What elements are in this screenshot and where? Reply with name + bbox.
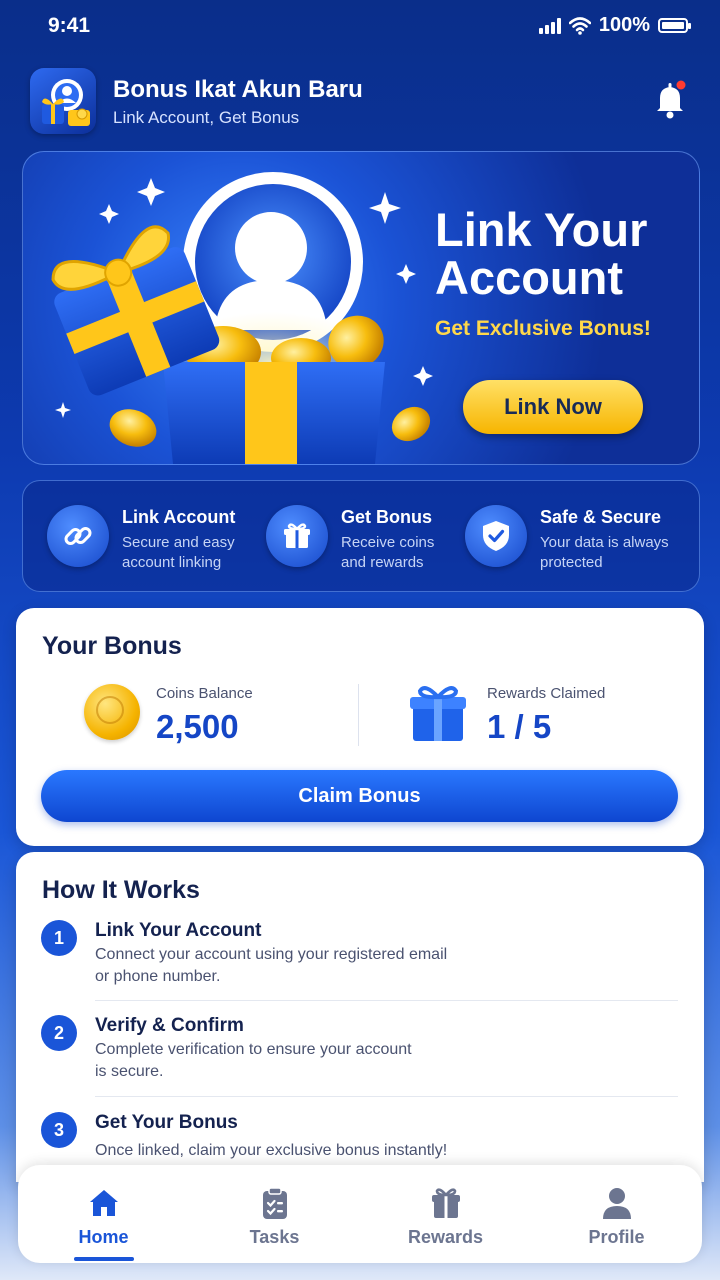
step-number: 2 xyxy=(41,1015,77,1051)
how-it-works-title: How It Works xyxy=(42,876,200,904)
nav-home[interactable]: Home xyxy=(18,1165,189,1263)
step-divider xyxy=(95,1096,678,1097)
step-title: Link Your Account xyxy=(95,920,262,941)
shield-check-icon xyxy=(465,505,527,567)
app-subtitle: Link Account, Get Bonus xyxy=(113,108,300,127)
battery-icon xyxy=(658,18,691,33)
step-desc-line: Once linked, claim your exclusive bonus … xyxy=(95,1142,448,1159)
nav-rewards[interactable]: Rewards xyxy=(360,1165,531,1263)
hero-title: Link Your Account xyxy=(435,203,648,304)
step-desc: Complete verification to ensure your acc… xyxy=(95,1039,495,1083)
features-strip: Link Account Secure and easy account lin… xyxy=(22,480,700,592)
app-logo xyxy=(30,68,96,134)
hero-subtitle: Get Exclusive Bonus! xyxy=(435,317,651,340)
step-desc-line: Complete verification to ensure your acc… xyxy=(95,1041,412,1058)
feature-desc-line: Your data is always xyxy=(540,534,669,551)
nav-label: Home xyxy=(78,1227,129,1247)
how-it-works-card: How It Works 1 Link Your Account Connect… xyxy=(16,852,704,1182)
step-number: 1 xyxy=(41,920,77,956)
clipboard-icon xyxy=(263,1187,287,1219)
gift-icon xyxy=(266,505,328,567)
coins-balance-label: Coins Balance xyxy=(156,685,253,702)
bonus-card-title: Your Bonus xyxy=(42,632,182,660)
feature-desc-line: Secure and easy xyxy=(122,534,235,551)
feature-desc: Receive coins and rewards xyxy=(341,533,434,573)
feature-desc-line: Receive coins xyxy=(341,534,435,551)
app-logo-art xyxy=(42,79,90,126)
status-indicators: 100% xyxy=(538,14,691,37)
step-desc: Connect your account using your register… xyxy=(95,944,495,988)
feature-desc-line: account linking xyxy=(122,554,222,571)
app-header: Bonus Ikat Akun Baru Link Account, Get B… xyxy=(30,68,690,134)
step-number: 3 xyxy=(41,1112,77,1148)
step-desc-line: or phone number. xyxy=(95,968,221,985)
nav-label: Tasks xyxy=(249,1227,300,1247)
step-title: Get Your Bonus xyxy=(95,1112,238,1133)
feature-title: Get Bonus xyxy=(341,507,433,527)
feature-desc-line: and rewards xyxy=(341,554,424,571)
step-title: Verify & Confirm xyxy=(95,1015,244,1036)
status-bar: 9:41 100% xyxy=(0,0,720,52)
feature-desc: Secure and easy account linking xyxy=(122,533,235,573)
claim-bonus-button[interactable]: Claim Bonus xyxy=(41,770,678,822)
step-divider xyxy=(95,1000,678,1001)
wifi-icon xyxy=(568,16,591,35)
hero-banner: Link Your Account Get Exclusive Bonus! L… xyxy=(22,151,700,465)
gift-icon xyxy=(410,686,466,741)
step-desc-line: Connect your account using your register… xyxy=(95,946,448,963)
rewards-claimed-value: 1 / 5 xyxy=(487,708,552,745)
feature-desc: Your data is always protected xyxy=(540,533,669,573)
bell-icon[interactable] xyxy=(650,78,690,122)
feature-title: Safe & Secure xyxy=(540,507,662,527)
nav-label: Profile xyxy=(588,1227,645,1247)
battery-percent: 100% xyxy=(598,14,650,36)
stats-divider xyxy=(358,684,359,746)
step-desc-line: is secure. xyxy=(95,1063,164,1080)
step-desc: Once linked, claim your exclusive bonus … xyxy=(95,1140,495,1162)
nav-tasks[interactable]: Tasks xyxy=(189,1165,360,1263)
signal-icon xyxy=(538,17,561,34)
gift-icon xyxy=(432,1188,460,1218)
app-title: Bonus Ikat Akun Baru xyxy=(113,76,363,103)
user-icon xyxy=(603,1188,631,1219)
coin-icon xyxy=(84,684,140,740)
link-icon xyxy=(47,505,109,567)
nav-label: Rewards xyxy=(407,1227,484,1247)
bottom-nav: Home Tasks Rewards Profile xyxy=(18,1165,702,1263)
bonus-card: Your Bonus Coins Balance 2,500 Rewards C… xyxy=(16,608,704,846)
nav-active-indicator xyxy=(74,1257,134,1261)
rewards-claimed-label: Rewards Claimed xyxy=(487,685,606,702)
nav-profile[interactable]: Profile xyxy=(531,1165,702,1263)
feature-desc-line: protected xyxy=(540,554,603,571)
home-icon xyxy=(90,1190,118,1216)
hero-illustration xyxy=(51,172,433,464)
feature-title: Link Account xyxy=(122,507,236,527)
link-now-button[interactable]: Link Now xyxy=(463,380,643,434)
status-time: 9:41 xyxy=(48,14,91,37)
coins-balance-value: 2,500 xyxy=(156,708,239,745)
